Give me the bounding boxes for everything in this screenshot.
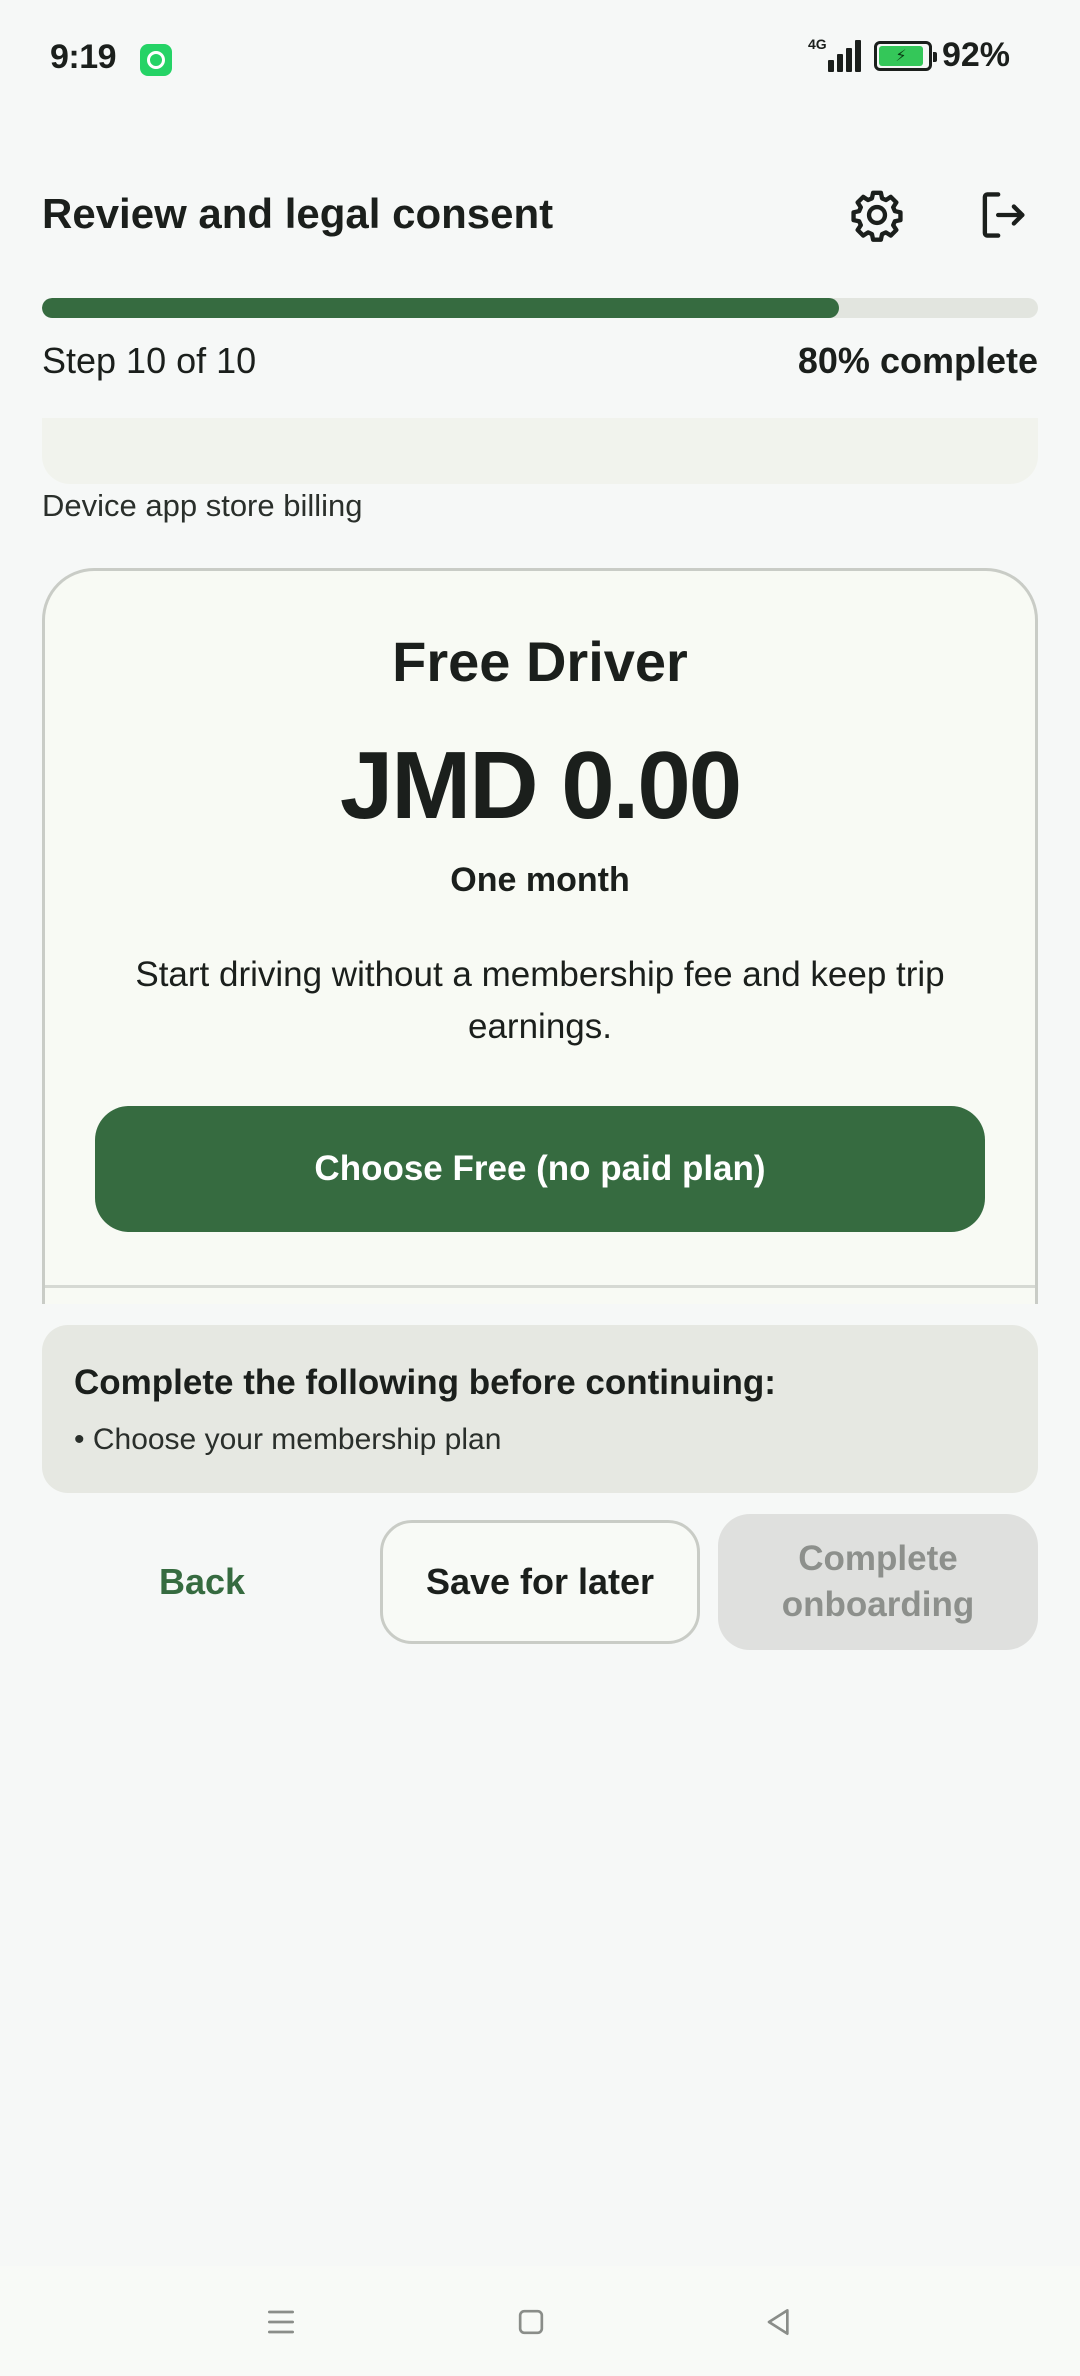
plan-name: Free Driver — [392, 630, 688, 693]
battery-percent: 92% — [941, 36, 1010, 74]
page-title: Review and legal consent — [42, 190, 554, 237]
plan-price: JMD 0.00 — [339, 732, 742, 839]
save-for-later-button[interactable]: Save for later — [380, 1520, 700, 1644]
choose-free-plan-button[interactable]: Choose Free (no paid plan) — [95, 1106, 985, 1232]
complete-onboarding-button[interactable]: Complete onboarding — [718, 1514, 1038, 1650]
requirement-item: • Choose your membership plan — [74, 1423, 502, 1456]
status-indicators: 4G ⚡ 92% — [808, 36, 1010, 75]
logout-icon — [982, 192, 1025, 238]
progress-bar — [42, 298, 1038, 318]
home-button[interactable] — [496, 2290, 566, 2354]
home-icon — [518, 2309, 544, 2335]
settings-button[interactable] — [842, 180, 912, 250]
requirements-box: Complete the following before continuing… — [42, 1325, 1038, 1493]
whatsapp-icon — [140, 44, 172, 76]
requirements-title: Complete the following before continuing… — [74, 1363, 776, 1402]
battery-charging-icon: ⚡ — [873, 40, 937, 71]
back-icon — [767, 2309, 789, 2335]
percent-complete-label: 80% complete — [797, 340, 1038, 381]
system-nav-bar — [0, 2266, 1080, 2376]
screen: 9:19 4G ⚡ 92% Review and legal consent S… — [0, 0, 1080, 2376]
card-divider — [45, 1285, 1035, 1288]
progress-fill — [42, 298, 839, 318]
back-nav-button[interactable] — [744, 2290, 814, 2354]
logout-button[interactable] — [968, 180, 1038, 250]
signal-icon: 4G — [807, 35, 864, 74]
step-label: Step 10 of 10 — [42, 340, 257, 381]
recents-button[interactable] — [246, 2290, 316, 2354]
app-header: Review and legal consent — [42, 180, 1038, 250]
status-time: 9:19 — [50, 38, 117, 76]
menu-icon — [268, 2310, 294, 2334]
gear-icon — [851, 190, 903, 242]
plan-card: Free Driver JMD 0.00 One month Start dri… — [42, 568, 1038, 1304]
plan-description: Start driving without a membership fee a… — [135, 955, 945, 1046]
plan-period: One month — [450, 861, 630, 899]
previous-card-bottom — [42, 418, 1038, 484]
status-bar: 9:19 4G ⚡ 92% — [0, 0, 1080, 120]
network-type: 4G — [807, 35, 827, 52]
billing-note: Device app store billing — [42, 488, 363, 523]
back-button[interactable]: Back — [42, 1520, 362, 1644]
